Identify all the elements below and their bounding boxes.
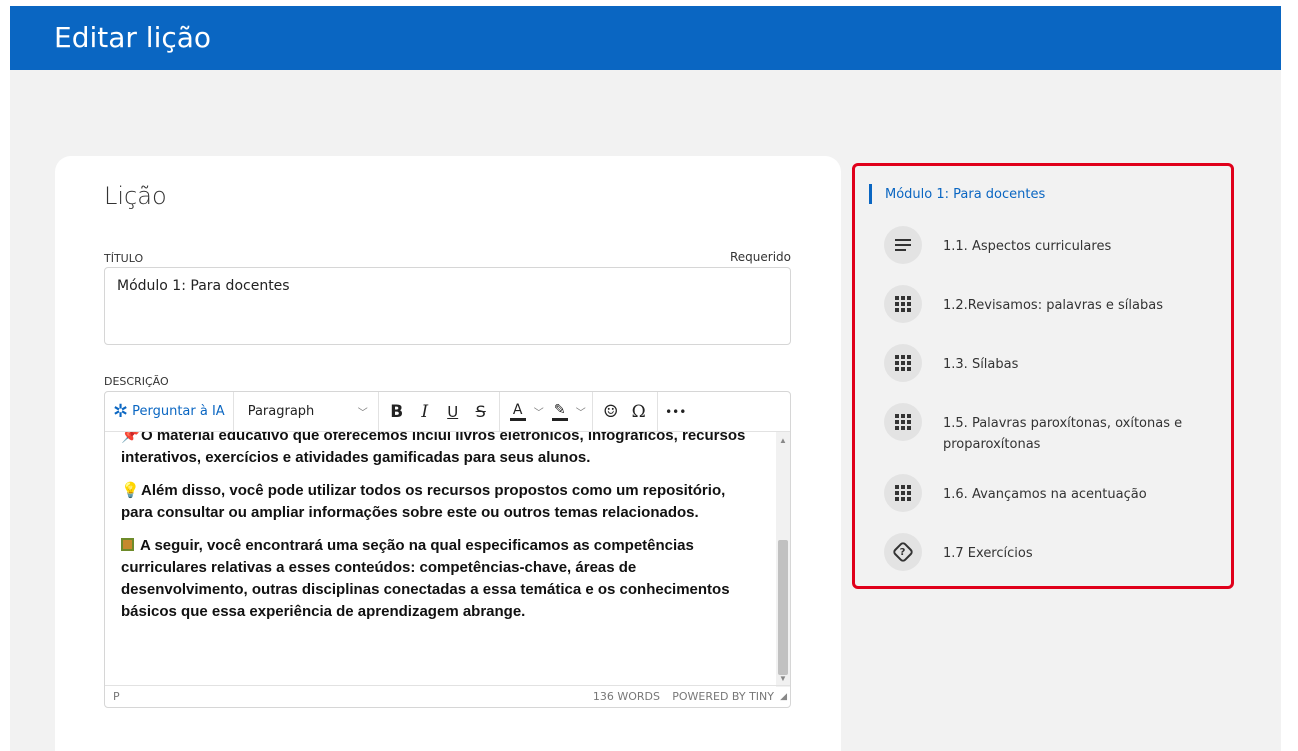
quiz-icon: ? [884, 533, 922, 571]
resize-handle-icon[interactable]: ◢ [780, 692, 787, 702]
required-text: Requerido [729, 250, 791, 264]
ai-sparkle-icon: ✲ [113, 401, 129, 422]
outline-item-label: 1.1. Aspectos curriculares [943, 239, 1112, 254]
word-count[interactable]: 136 WORDS [593, 690, 660, 703]
app-window: Editar lição Lição TÍTULO Requerido Módu… [10, 6, 1281, 751]
outline-item-1-5[interactable]: 1.5. Palavras paroxítonas, oxítonas e pr… [884, 403, 1213, 455]
strikethrough-button[interactable]: S [469, 398, 493, 426]
outline-item-label: 1.3. Sílabas [943, 357, 1019, 372]
ask-ai-button[interactable]: ✲ Perguntar à IA [105, 392, 234, 432]
page-header: Editar lição [10, 6, 1281, 70]
insert-group: ☺ Ω [593, 392, 658, 432]
title-label: TÍTULO [104, 252, 144, 265]
content-paragraph: 💡Além disso, você pode utilizar todos os… [121, 480, 761, 524]
scrollbar-thumb[interactable] [778, 540, 788, 675]
scroll-down-icon[interactable]: ▼ [779, 674, 787, 683]
outline-item-label: 1.2.Revisamos: palavras e sílabas [943, 298, 1163, 313]
grid-icon [884, 474, 922, 512]
outline-item-1-1[interactable]: 1.1. Aspectos curriculares [884, 226, 1213, 264]
grid-icon [884, 285, 922, 323]
lines-icon [884, 226, 922, 264]
text-color-icon: A [512, 401, 523, 418]
ask-ai-label: Perguntar à IA [132, 404, 225, 419]
grid-icon [884, 344, 922, 382]
highlight-color-button[interactable]: ✎ [548, 398, 572, 426]
powered-by-link[interactable]: POWERED BY TINY [672, 690, 774, 703]
editor-statusbar: P 136 WORDS POWERED BY TINY ◢ [105, 685, 790, 707]
lesson-card: Lição TÍTULO Requerido Módulo 1: Para do… [55, 156, 841, 751]
text-color-button[interactable]: A [506, 398, 530, 426]
element-path[interactable]: P [113, 690, 120, 703]
title-input[interactable]: Módulo 1: Para docentes [104, 267, 791, 345]
description-editor[interactable]: ✲ Perguntar à IA Paragraph ﹀ B I U S A ﹀… [104, 391, 791, 708]
module-title: Módulo 1: Para docentes [885, 186, 1046, 202]
module-outline: Módulo 1: Para docentes 1.1. Aspectos cu… [852, 163, 1234, 589]
block-format-select[interactable]: Paragraph ﹀ [234, 392, 379, 432]
highlight-color-chevron-icon[interactable]: ﹀ [576, 404, 586, 419]
italic-button[interactable]: I [413, 398, 437, 426]
description-label: DESCRIÇÃO [104, 375, 169, 388]
editor-content[interactable]: 📌O material educativo que oferecemos inc… [105, 432, 777, 687]
more-button[interactable]: ••• [664, 398, 688, 426]
outline-item-1-7[interactable]: ? 1.7 Exercícios [884, 533, 1213, 571]
page-title: Editar lição [54, 21, 212, 54]
grid-icon [884, 403, 922, 441]
editor-toolbar: ✲ Perguntar à IA Paragraph ﹀ B I U S A ﹀… [105, 392, 790, 432]
module-title-item[interactable]: Módulo 1: Para docentes [869, 182, 1045, 206]
bold-button[interactable]: B [385, 398, 409, 426]
content-paragraph: 📌O material educativo que oferecemos inc… [121, 432, 761, 469]
lightbulb-icon: 💡 [121, 482, 140, 499]
paragraph-text: A seguir, você encontrará uma seção na q… [121, 537, 730, 620]
editor-scrollbar[interactable]: ▲ ▼ [776, 432, 790, 687]
pushpin-icon: 📌 [121, 432, 140, 444]
paragraph-text: O material educativo que oferecemos incl… [121, 432, 746, 466]
outline-item-label: 1.5. Palavras paroxítonas, oxítonas e pr… [943, 416, 1183, 452]
highlighter-icon: ✎ [553, 401, 566, 418]
block-format-value: Paragraph [247, 404, 315, 419]
paragraph-text: Além disso, você pode utilizar todos os … [121, 482, 726, 521]
active-indicator [869, 184, 872, 204]
outline-item-label: 1.7 Exercícios [943, 546, 1033, 561]
special-char-button[interactable]: Ω [627, 398, 651, 426]
gift-icon [121, 538, 134, 551]
outline-item-label: 1.6. Avançamos na acentuação [943, 487, 1147, 502]
emoji-button[interactable]: ☺ [599, 398, 623, 426]
chevron-down-icon: ﹀ [357, 408, 368, 419]
outline-item-1-2[interactable]: 1.2.Revisamos: palavras e sílabas [884, 285, 1213, 323]
outline-item-1-3[interactable]: 1.3. Sílabas [884, 344, 1213, 382]
lesson-heading: Lição [104, 182, 167, 210]
content-paragraph: A seguir, você encontrará uma seção na q… [121, 535, 761, 623]
text-color-chevron-icon[interactable]: ﹀ [534, 404, 544, 419]
scroll-up-icon[interactable]: ▲ [779, 436, 787, 445]
color-group: A ﹀ ✎ ﹀ [500, 392, 593, 432]
outline-item-1-6[interactable]: 1.6. Avançamos na acentuação [884, 474, 1213, 512]
more-group: ••• [658, 392, 694, 432]
format-group: B I U S [379, 392, 500, 432]
underline-button[interactable]: U [441, 398, 465, 426]
